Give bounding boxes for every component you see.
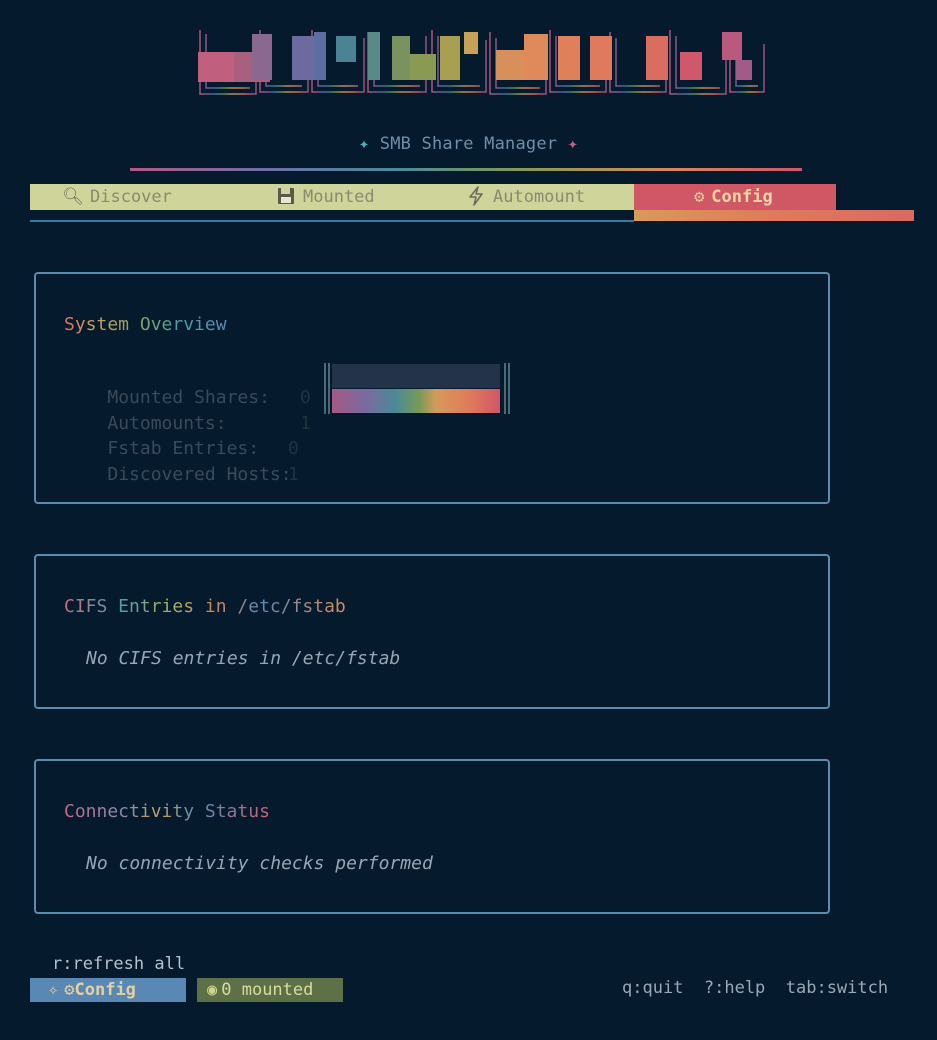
stat-value: 1 <box>288 464 299 485</box>
status-mounted-label: 0 mounted <box>221 980 314 1000</box>
floppy-disk-icon <box>275 184 297 210</box>
tab-mounted[interactable]: Mounted <box>243 184 443 210</box>
magnifier-icon: 🔍︎ <box>62 187 84 207</box>
tab-label: Config <box>711 187 773 207</box>
tab-automount[interactable]: Automount <box>443 184 634 210</box>
bar-bracket <box>324 363 330 389</box>
empty-message: No connectivity checks performed <box>86 853 433 874</box>
bar-bracket <box>324 388 330 414</box>
stat-value: 0 <box>300 387 311 408</box>
stat-value: 1 <box>300 413 311 434</box>
star-icon: ✦ <box>358 134 370 154</box>
gear-icon: ⚙︎ <box>64 980 75 1000</box>
tab-divider <box>30 220 634 222</box>
status-mode-label: Config <box>74 980 136 1000</box>
tab-label: Discover <box>90 187 172 207</box>
panel-title: Connectivity Status <box>64 801 270 822</box>
tab-config[interactable]: ⚙︎ Config <box>634 184 836 210</box>
panel-title: System Overview <box>64 314 227 335</box>
tab-bar: 🔍︎ Discover Mounted Automount ⚙︎ Config <box>30 184 836 210</box>
star-icon: ✦ <box>567 134 579 154</box>
bar-bracket <box>504 388 510 414</box>
lightning-icon <box>465 184 487 210</box>
tab-label: Automount <box>493 187 586 207</box>
header-divider <box>130 168 802 171</box>
keybindings-hint: q:quit ?:help tab:switch <box>622 978 889 998</box>
tab-label: Mounted <box>303 187 375 207</box>
stat-discovered-hosts: Discovered Hosts: 1 <box>64 443 298 506</box>
sparkle-icon: ✧ <box>48 980 59 1000</box>
connectivity-status-panel: Connectivity Status No connectivity chec… <box>34 759 830 914</box>
tab-discover[interactable]: 🔍︎ Discover <box>30 184 243 210</box>
gear-icon: ⚙︎ <box>694 187 705 207</box>
status-dot-icon: ◉ <box>207 980 218 1000</box>
empty-message: No CIFS entries in /etc/fstab <box>86 648 401 669</box>
bar-bracket <box>504 363 510 389</box>
refresh-hint: r:refresh all <box>52 954 186 974</box>
mounted-shares-bar <box>332 364 500 388</box>
status-mounted-badge: ◉ 0 mounted <box>197 978 343 1002</box>
app-logo <box>198 30 766 95</box>
cifs-entries-panel: CIFS Entries in /etc/fstab No CIFS entri… <box>34 554 830 709</box>
status-mode-badge: ✧ ⚙︎Config <box>30 978 186 1002</box>
panel-title: CIFS Entries in /etc/fstab <box>64 596 346 617</box>
automounts-bar <box>332 389 500 413</box>
app-subtitle: ✦ SMB Share Manager ✦ <box>0 134 937 154</box>
subtitle-text: SMB Share Manager <box>379 134 558 154</box>
system-overview-panel: System Overview Mounted Shares: 0 Automou… <box>34 272 830 504</box>
active-tab-indicator <box>634 210 914 221</box>
stat-label: Discovered Hosts: <box>107 464 292 485</box>
